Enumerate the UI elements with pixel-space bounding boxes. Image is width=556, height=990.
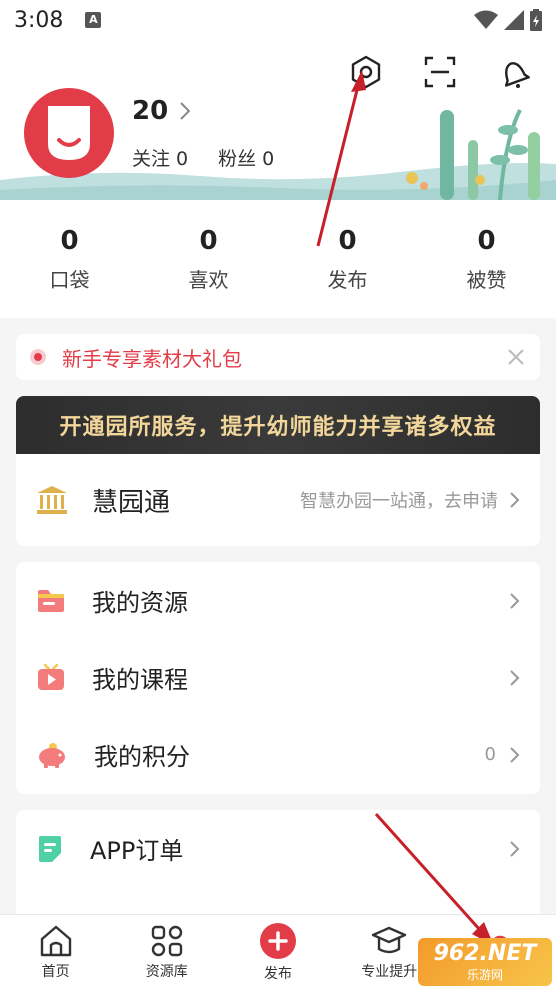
chevron-right-icon xyxy=(180,102,191,120)
stat-likes[interactable]: 0 喜欢 xyxy=(139,200,278,318)
order-icon xyxy=(39,835,61,862)
chevron-right-icon xyxy=(510,592,520,609)
avatar-face-icon xyxy=(48,106,90,160)
fans-count[interactable]: 粉丝 0 xyxy=(218,144,274,171)
status-bar: 3:08 A xyxy=(0,0,556,40)
menu-label: 我的资源 xyxy=(92,589,188,617)
menu-label: APP订单 xyxy=(90,837,184,865)
plus-icon xyxy=(260,922,296,959)
record-dot-icon xyxy=(30,349,46,365)
nav-label: 专业提升 xyxy=(361,963,418,980)
chevron-right-icon xyxy=(510,840,520,857)
bell-icon[interactable] xyxy=(496,54,532,90)
stat-liked[interactable]: 0 被赞 xyxy=(417,200,556,318)
menu-card: 我的资源 我的课程 我的积分 0 xyxy=(16,562,540,794)
nav-label: 资源库 xyxy=(145,963,188,980)
stat-published[interactable]: 0 发布 xyxy=(278,200,417,318)
stat-label: 口袋 xyxy=(49,267,90,292)
nav-item-home[interactable]: 首页 xyxy=(0,915,111,990)
menu-item-app-orders[interactable]: APP订单 xyxy=(16,810,540,887)
wifi-icon xyxy=(474,10,498,29)
vip-banner[interactable]: 开通园所服务，提升幼师能力并享诸多权益 xyxy=(16,396,540,454)
avatar[interactable] xyxy=(24,88,114,178)
scan-icon[interactable] xyxy=(422,54,458,90)
status-indicators xyxy=(474,9,542,31)
signal-icon xyxy=(504,10,524,30)
following-count[interactable]: 关注 0 xyxy=(132,144,188,171)
nav-item-publish[interactable]: 发布 xyxy=(222,915,333,990)
menu-item-my-courses[interactable]: 我的课程 xyxy=(16,639,540,716)
menu-card-2: APP订单 xyxy=(16,810,540,920)
watermark-main: 962.NET xyxy=(433,941,537,966)
notification-a-icon: A xyxy=(85,12,102,28)
stat-value: 0 xyxy=(60,225,79,256)
menu-label: 我的课程 xyxy=(92,666,188,694)
institution-icon xyxy=(37,486,67,514)
menu-item-my-points[interactable]: 我的积分 0 xyxy=(16,716,540,793)
stat-label: 喜欢 xyxy=(188,267,229,292)
menu-item-my-resources[interactable]: 我的资源 xyxy=(16,562,540,639)
video-icon xyxy=(38,663,64,690)
huiyuantong-row[interactable]: 慧园通 智慧办园一站通，去申请 xyxy=(16,454,540,546)
status-time: 3:08 xyxy=(14,7,64,33)
promo-text: 新手专享素材大礼包 xyxy=(62,346,242,371)
nav-label: 首页 xyxy=(41,963,70,980)
stat-label: 被赞 xyxy=(466,267,507,292)
profile-header: 20 关注 0 粉丝 0 xyxy=(0,40,556,200)
promo-bar[interactable]: 新手专享素材大礼包 xyxy=(16,334,540,380)
nav-label: 发布 xyxy=(264,965,292,982)
huiyuantong-subtitle: 智慧办园一站通，去申请 xyxy=(300,491,498,512)
nav-item-resources[interactable]: 资源库 xyxy=(111,915,222,990)
stat-label: 发布 xyxy=(327,267,368,292)
piggy-bank-icon xyxy=(39,742,65,768)
points-value: 0 xyxy=(484,744,496,765)
menu-label: 我的积分 xyxy=(94,743,190,771)
banner-text: 开通园所服务，提升幼师能力并享诸多权益 xyxy=(59,415,497,440)
chevron-right-icon xyxy=(510,669,520,686)
folder-icon xyxy=(38,589,64,612)
watermark-sub: 乐游网 xyxy=(466,968,503,982)
grid-icon xyxy=(151,925,182,956)
home-icon xyxy=(40,925,71,956)
header-actions xyxy=(348,54,532,90)
chevron-right-icon xyxy=(510,492,520,508)
watermark-logo: 962.NET 乐游网 xyxy=(418,938,552,986)
graduation-cap-icon xyxy=(372,926,407,953)
stat-value: 0 xyxy=(338,225,357,256)
settings-icon[interactable] xyxy=(348,54,384,90)
close-icon[interactable] xyxy=(506,347,526,367)
battery-icon xyxy=(530,9,542,31)
stats-row: 0 口袋 0 喜欢 0 发布 0 被赞 xyxy=(0,200,556,318)
user-name: 20 xyxy=(132,96,169,126)
stat-pocket[interactable]: 0 口袋 xyxy=(0,200,139,318)
follow-stats: 关注 0 粉丝 0 xyxy=(132,144,274,171)
stat-value: 0 xyxy=(199,225,218,256)
user-name-link[interactable]: 20 xyxy=(132,96,191,126)
stat-value: 0 xyxy=(477,225,496,256)
huiyuantong-title: 慧园通 xyxy=(92,487,171,518)
chevron-right-icon xyxy=(510,746,520,763)
